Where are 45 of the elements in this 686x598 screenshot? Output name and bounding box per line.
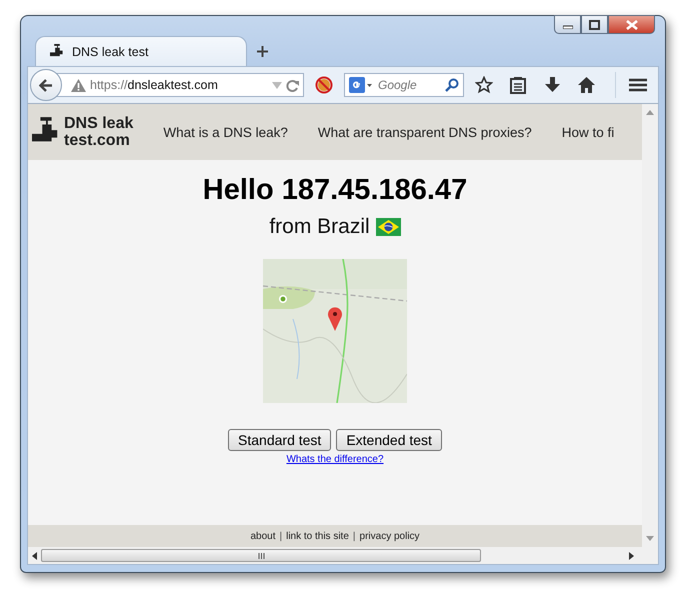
nav-link[interactable]: What is a DNS leak? xyxy=(163,124,288,140)
search-engine-icon[interactable] xyxy=(349,77,373,93)
flag-icon xyxy=(376,218,401,236)
close-button[interactable] xyxy=(608,15,655,34)
url-host: dnsleaktest.com xyxy=(128,78,218,92)
separator: | xyxy=(279,530,282,542)
maximize-icon xyxy=(589,20,600,30)
difference-link[interactable]: Whats the difference? xyxy=(286,454,384,465)
search-icon[interactable] xyxy=(445,78,459,92)
test-button[interactable]: Extended test xyxy=(336,429,442,451)
download-icon[interactable] xyxy=(544,77,560,93)
nav-link[interactable]: What are transparent DNS proxies? xyxy=(318,124,532,140)
faucet-icon xyxy=(50,44,64,59)
warning-icon xyxy=(71,78,86,92)
location-text: from Brazil xyxy=(269,215,370,239)
address-bar[interactable]: https://dnsleaktest.com xyxy=(56,73,304,97)
scrollbar-thumb[interactable] xyxy=(41,549,481,562)
blocked-icon[interactable] xyxy=(315,76,333,94)
nav-link[interactable]: How to fi xyxy=(562,124,614,140)
url-scheme: https:// xyxy=(90,78,128,92)
scroll-left-icon[interactable] xyxy=(32,552,37,560)
tab-title: DNS leak test xyxy=(72,44,148,58)
footer-link[interactable]: link to this site xyxy=(286,530,349,542)
footer-link[interactable]: privacy policy xyxy=(360,530,420,542)
star-icon[interactable] xyxy=(475,76,493,94)
home-icon[interactable] xyxy=(578,77,594,93)
back-button[interactable] xyxy=(30,69,62,101)
test-button[interactable]: Standard test xyxy=(228,429,332,451)
maximize-button[interactable] xyxy=(581,15,608,34)
logo-text: test.com xyxy=(64,132,131,149)
arrow-icon xyxy=(39,78,53,92)
footer-link[interactable]: about xyxy=(250,530,276,542)
separator: | xyxy=(352,530,356,542)
clipboard-icon[interactable] xyxy=(510,76,526,94)
logo-text: DNS leak xyxy=(64,115,134,132)
browser-tab[interactable]: DNS leak test xyxy=(35,36,247,66)
greeting-heading: Hello 187.45.186.47 xyxy=(202,174,468,207)
reload-icon[interactable] xyxy=(286,78,299,92)
minimize-button[interactable] xyxy=(554,15,581,34)
menu-icon[interactable] xyxy=(629,78,647,92)
scroll-right-icon[interactable] xyxy=(629,552,634,560)
search-box[interactable]: Google xyxy=(344,73,464,97)
plus-icon[interactable] xyxy=(256,46,268,56)
close-icon xyxy=(626,20,638,30)
search-field[interactable]: Google xyxy=(376,77,440,93)
